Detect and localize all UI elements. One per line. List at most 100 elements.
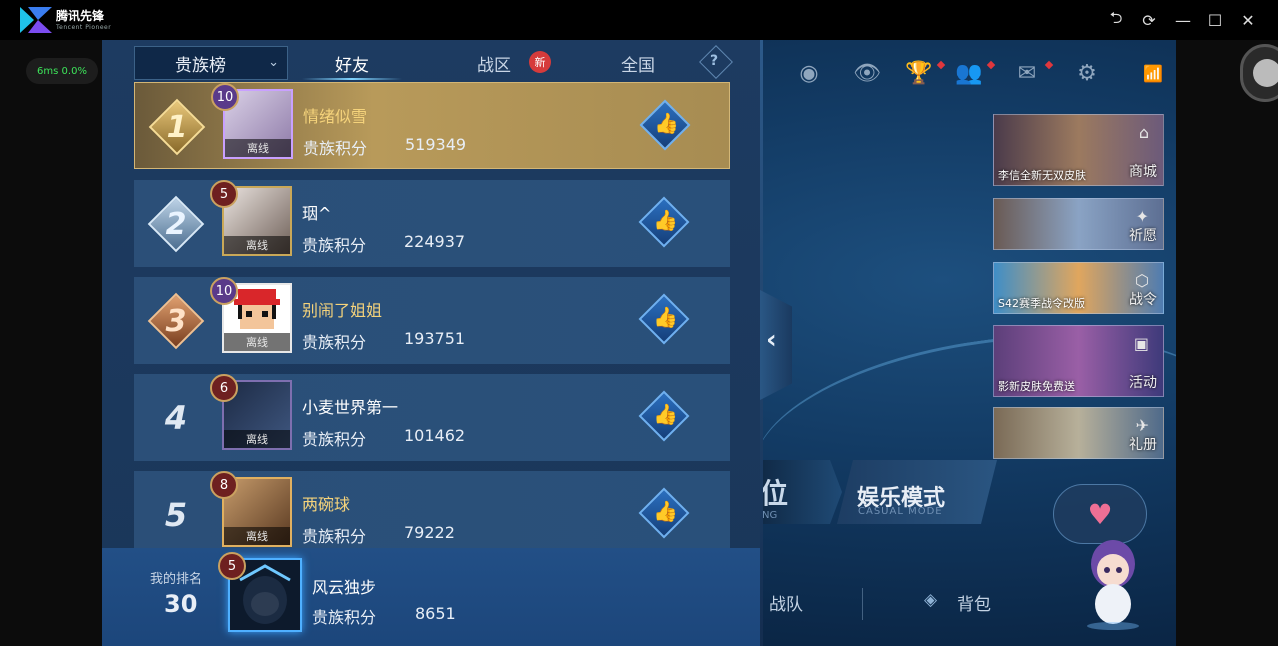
promo-shop[interactable]: ⌂ 李信全新无双皮肤 商城 [993, 114, 1164, 186]
casual-mode-subtitle: CASUAL MODE [858, 506, 943, 517]
promo-event[interactable]: ▣ 影新皮肤免费送 活动 [993, 325, 1164, 397]
help-icon: ? [710, 53, 719, 69]
my-score-value: 8651 [415, 604, 456, 623]
rank-number: 3 [165, 303, 187, 339]
score-value: 101462 [404, 426, 466, 445]
player-name: 两碗球 [302, 495, 351, 514]
online-status: 离线 [224, 333, 290, 351]
vision-icon[interactable]: ◉ [794, 58, 824, 88]
score-value: 193751 [404, 329, 466, 348]
score-value: 519349 [405, 135, 467, 154]
online-status: 离线 [224, 527, 290, 545]
promo-label: 礼册 [1129, 437, 1157, 453]
score-label: 贵族积分 [302, 430, 367, 449]
battle-pass-icon: ⬡ [1135, 271, 1149, 290]
thumbs-up-icon: 👍 [653, 402, 678, 426]
promo-battle-pass[interactable]: ⬡ S42赛季战令改版 战令 [993, 262, 1164, 314]
promo-gift-book[interactable]: ✈ 礼册 [993, 407, 1164, 459]
level-badge: 6 [210, 374, 238, 402]
promo-caption: 李信全新无双皮肤 [998, 169, 1086, 182]
rank-number: 5 [164, 496, 188, 534]
online-status: 离线 [224, 430, 290, 448]
leaderboard-tabs: 贵族榜 ⌄ 好友 战区 新 全国 ? [134, 45, 733, 80]
rank-number: 2 [165, 206, 187, 242]
bag-button[interactable]: 背包 [957, 590, 991, 615]
leaderboard-row[interactable]: 2 5 离线 珚^ 贵族积分 224937 👍 [134, 180, 730, 267]
rank-badge: 1 [145, 95, 209, 159]
gift-book-icon: ✈ [1135, 416, 1149, 435]
back-icon[interactable]: ⮌ [1104, 8, 1128, 32]
thumbs-up-icon: 👍 [653, 305, 678, 329]
score-value: 224937 [404, 232, 466, 251]
level-badge: 5 [210, 180, 238, 208]
maximize-icon[interactable]: ☐ [1203, 8, 1227, 32]
promo-caption: 影新皮肤免费送 [998, 380, 1075, 393]
rank-badge: 4 [144, 386, 208, 450]
app-title: 腾讯先锋 [56, 9, 105, 23]
wish-icon: ✦ [1135, 207, 1149, 226]
eye-icon[interactable]: 👁 [852, 58, 882, 88]
level-badge: 5 [218, 552, 246, 580]
rank-number: 4 [164, 399, 188, 437]
leaderboard-row[interactable]: 4 6 离线 小麦世界第一 贵族积分 101462 👍 [134, 374, 730, 461]
rank-badge: 3 [144, 289, 208, 353]
leaderboard-row[interactable]: 3 10 离线 别闹了姐姐 贵族积分 193751 👍 [134, 277, 730, 364]
app-subtitle: Tencent Pioneer [56, 24, 112, 31]
app-logo-icon [20, 7, 52, 33]
leaderboard-panel: 贵族榜 ⌄ 好友 战区 新 全国 ? 1 10 离线 情绪似雪 贵族积分 519… [102, 40, 760, 646]
trophy-icon[interactable]: 🏆 [904, 58, 934, 88]
thumbs-up-icon: 👍 [653, 499, 678, 523]
new-badge: 新 [529, 51, 551, 73]
mail-icon[interactable]: ✉ [1012, 58, 1042, 88]
level-badge: 10 [210, 277, 238, 305]
mail-notice-dot [1044, 60, 1054, 70]
tab-national[interactable]: 全国 [588, 46, 688, 80]
emulator-titlebar: 腾讯先锋 Tencent Pioneer ⮌ ⟳ — ☐ ✕ [0, 0, 1278, 40]
promo-wish[interactable]: ✦ 祈愿 [993, 198, 1164, 250]
score-value: 79222 [404, 523, 455, 542]
floating-handle[interactable] [1240, 44, 1278, 102]
rank-number: 1 [166, 109, 188, 145]
player-name: 情绪似雪 [303, 107, 368, 126]
active-tab-indicator [302, 78, 402, 80]
promo-label: 活动 [1129, 375, 1157, 391]
refresh-icon[interactable]: ⟳ [1137, 8, 1161, 32]
online-status: 离线 [225, 139, 291, 157]
tab-friends[interactable]: 好友 [302, 46, 402, 80]
score-label: 贵族积分 [302, 333, 367, 352]
close-icon[interactable]: ✕ [1236, 8, 1260, 32]
chevron-left-icon: ‹ [766, 325, 777, 355]
bag-icon: ◈ [924, 590, 938, 610]
event-icon: ▣ [1133, 334, 1149, 353]
team-button[interactable]: 战队 [769, 590, 803, 615]
friends-notice-dot [986, 60, 996, 70]
floating-handle-icon [1253, 59, 1278, 87]
leaderboard-row[interactable]: 5 8 离线 两碗球 贵族积分 79222 👍 [134, 471, 730, 548]
rank-badge: 2 [144, 192, 208, 256]
mascot-character[interactable] [1082, 530, 1144, 630]
level-badge: 10 [211, 83, 239, 111]
settings-gear-icon[interactable]: ⚙ [1072, 58, 1102, 88]
score-label: 贵族积分 [302, 527, 367, 546]
friends-icon[interactable]: 👥 [954, 58, 984, 88]
trophy-notice-dot [936, 60, 946, 70]
fps-indicator: 6ms 0.0% [26, 58, 98, 84]
my-score-label: 贵族积分 [312, 608, 377, 627]
right-sidebar [1176, 40, 1278, 646]
dropdown-label: 贵族榜 [175, 55, 226, 76]
ranked-mode-title: 位 [760, 477, 789, 510]
my-rank-label: 我的排名 [150, 572, 203, 587]
leaderboard-type-dropdown[interactable]: 贵族榜 ⌄ [134, 46, 288, 80]
my-player-name: 风云独步 [312, 578, 377, 597]
leaderboard-row[interactable]: 1 10 离线 情绪似雪 贵族积分 519349 👍 [134, 82, 730, 169]
my-rank-bar: 我的排名 30 5 风云独步 贵族积分 8651 [102, 548, 760, 646]
minimize-icon[interactable]: — [1171, 8, 1195, 32]
promo-label: 祈愿 [1129, 228, 1157, 244]
promo-label: 战令 [1129, 292, 1157, 308]
wifi-signal-icon: 📶 [1143, 63, 1163, 83]
thumbs-up-icon: 👍 [654, 111, 679, 135]
my-rank-number: 30 [164, 590, 198, 618]
ranked-mode-subtitle: NG [762, 510, 778, 521]
game-viewport: ◉ 👁 🏆 👥 ✉ ⚙ 📶 ⌂ 李信全新无双皮肤 商城 ✦ 祈愿 ⬡ S42赛季… [102, 40, 1176, 646]
online-status: 离线 [224, 236, 290, 254]
